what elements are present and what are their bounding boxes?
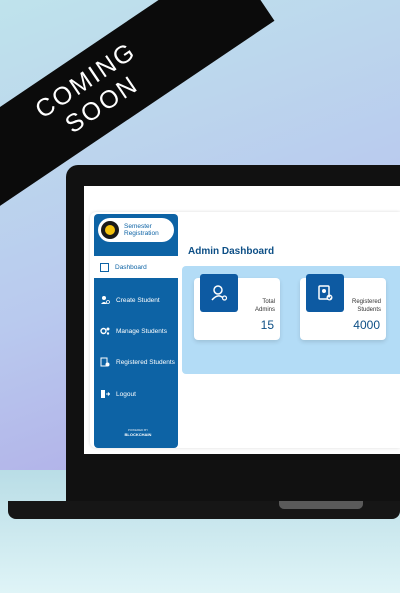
logo-line-2: Registration <box>124 230 159 237</box>
sidebar: Create Student Manage Students Registere… <box>94 278 178 448</box>
app-logo[interactable]: Semester Registration <box>98 218 174 242</box>
powered-by-badge: POWERED BY BLOCKCHAIN <box>116 428 160 444</box>
laptop-notch <box>279 501 363 509</box>
dashboard-icon <box>100 262 109 272</box>
sidebar-header: Semester Registration <box>94 214 178 256</box>
gears-icon <box>100 326 110 336</box>
stat-label: Registered Students <box>337 298 381 314</box>
powered-by-name: BLOCKCHAIN <box>124 432 152 437</box>
sidebar-item-manage-students[interactable]: Manage Students <box>94 323 178 339</box>
logo-text: Semester Registration <box>124 223 159 237</box>
stat-label-line-1: Total <box>262 299 275 305</box>
stat-value: 4000 <box>353 318 380 332</box>
sidebar-item-registered-students[interactable]: Registered Students <box>94 354 178 370</box>
stat-label: Total Admins <box>231 298 275 314</box>
stat-label-line-1: Registered <box>351 299 381 305</box>
stat-card-registered-students[interactable]: Registered Students 4000 <box>300 274 386 340</box>
sidebar-item-logout[interactable]: Logout <box>94 386 178 402</box>
sidebar-item-label: Manage Students <box>116 327 167 335</box>
logo-icon <box>101 221 119 239</box>
user-add-icon <box>100 295 110 305</box>
app-window: Semester Registration Dashboard Create S… <box>90 212 400 448</box>
laptop-screen: Semester Registration Dashboard Create S… <box>84 186 400 454</box>
sidebar-item-create-student[interactable]: Create Student <box>94 292 178 308</box>
stat-card-total-admins[interactable]: Total Admins 15 <box>194 274 280 340</box>
sidebar-item-label: Create Student <box>116 296 160 304</box>
logout-icon <box>100 389 111 399</box>
sidebar-item-label: Registered Students <box>116 358 175 366</box>
sidebar-item-dashboard[interactable]: Dashboard <box>94 256 178 278</box>
page-title: Admin Dashboard <box>188 246 275 257</box>
stat-label-line-2: Admins <box>254 307 275 313</box>
stat-label-line-2: Students <box>357 307 381 313</box>
document-check-icon <box>100 357 110 367</box>
sidebar-item-label: Logout <box>116 390 136 398</box>
stats-panel: Total Admins 15 Registered Students 4000 <box>182 266 400 374</box>
logo-line-1: Semester <box>124 223 152 230</box>
sidebar-item-label: Dashboard <box>115 263 147 271</box>
stat-value: 15 <box>260 318 274 332</box>
